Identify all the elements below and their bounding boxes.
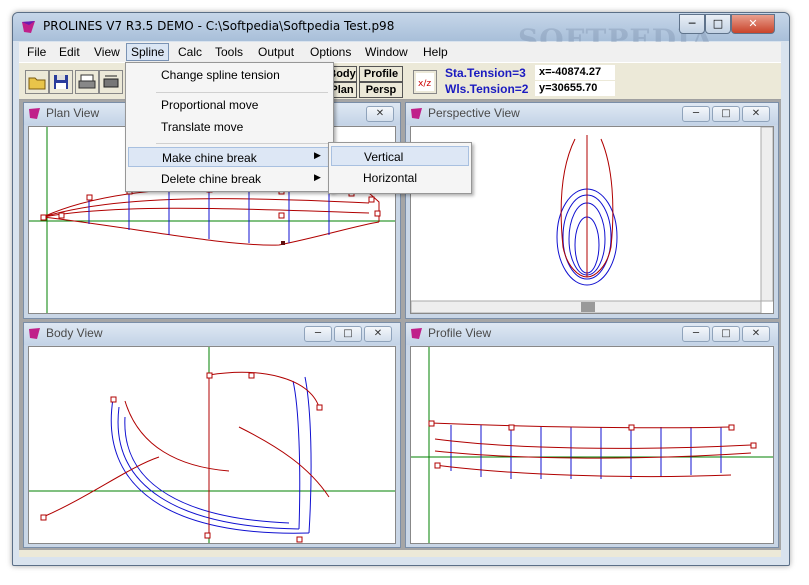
menu-item-delete-chine-break[interactable]: Delete chine break xyxy=(128,169,331,189)
profile-view-title: Profile View xyxy=(428,326,492,340)
body-view-titlebar[interactable]: Body View ─ □ ✕ xyxy=(24,323,400,345)
app-icon xyxy=(22,21,35,33)
menu-separator xyxy=(156,143,328,144)
body-view-title: Body View xyxy=(46,326,103,340)
body-view-canvas[interactable] xyxy=(28,346,396,544)
menu-options[interactable]: Options xyxy=(306,44,355,60)
menu-window[interactable]: Window xyxy=(361,44,412,60)
menu-output[interactable]: Output xyxy=(254,44,298,60)
menu-edit[interactable]: Edit xyxy=(55,44,84,60)
save-disk-icon[interactable] xyxy=(49,70,73,94)
plan-view-title: Plan View xyxy=(46,106,100,120)
tension-icon[interactable]: x/z xyxy=(413,70,437,94)
minimize-view-button[interactable]: ─ xyxy=(682,106,710,122)
maximize-view-button[interactable]: □ xyxy=(334,326,362,342)
menu-item-vertical[interactable]: Vertical xyxy=(331,146,469,166)
print-icon[interactable] xyxy=(75,70,99,94)
open-folder-icon[interactable] xyxy=(25,70,49,94)
menu-separator xyxy=(156,92,328,93)
submenu-arrow-icon: ▶ xyxy=(314,151,321,161)
menu-item-make-chine-break[interactable]: Make chine break xyxy=(128,147,331,167)
minimize-view-button[interactable]: ─ xyxy=(304,326,332,342)
sta-tension-label: Sta.Tension=3 xyxy=(445,66,526,80)
maximize-view-button[interactable]: □ xyxy=(712,326,740,342)
menu-help[interactable]: Help xyxy=(419,44,452,60)
menu-tools[interactable]: Tools xyxy=(211,44,247,60)
menu-bar: File Edit View Spline Calc Tools Output … xyxy=(19,42,781,62)
close-view-button[interactable]: ✕ xyxy=(364,326,392,342)
perspective-view-window[interactable]: Perspective View ─ □ ✕ xyxy=(405,102,779,319)
title-bar[interactable]: PROLINES V7 R3.5 DEMO - C:\Softpedia\Sof… xyxy=(13,13,789,56)
persp-view-button[interactable]: Persp xyxy=(359,82,403,98)
close-view-button[interactable]: ✕ xyxy=(742,326,770,342)
spline-dropdown-menu: Change spline tension Proportional move … xyxy=(125,62,334,192)
printer-setup-icon[interactable] xyxy=(99,70,123,94)
x-coordinate: x=-40874.27 xyxy=(535,65,615,80)
profile-view-titlebar[interactable]: Profile View ─ □ ✕ xyxy=(406,323,778,345)
menu-view[interactable]: View xyxy=(90,44,124,60)
perspective-view-title: Perspective View xyxy=(428,106,520,120)
close-icon[interactable]: ✕ xyxy=(366,106,394,122)
menu-item-change-spline-tension[interactable]: Change spline tension xyxy=(128,65,331,85)
menu-spline[interactable]: Spline xyxy=(126,43,170,61)
minimize-view-button[interactable]: ─ xyxy=(682,326,710,342)
chine-break-submenu: Vertical Horizontal xyxy=(328,142,472,194)
profile-view-canvas[interactable] xyxy=(410,346,774,544)
profile-view-window[interactable]: Profile View ─ □ ✕ xyxy=(405,322,779,548)
maximize-button[interactable]: □ xyxy=(705,14,731,34)
menu-calc[interactable]: Calc xyxy=(174,44,206,60)
status-bar xyxy=(19,551,781,557)
y-coordinate: y=30655.70 xyxy=(535,81,615,96)
profile-view-button[interactable]: Profile xyxy=(359,66,403,82)
view-app-icon xyxy=(411,328,422,339)
menu-item-horizontal[interactable]: Horizontal xyxy=(331,168,469,188)
close-view-button[interactable]: ✕ xyxy=(742,106,770,122)
vertical-scrollbar xyxy=(760,127,773,302)
view-app-icon xyxy=(29,328,40,339)
body-view-window[interactable]: Body View ─ □ ✕ xyxy=(23,322,401,548)
perspective-view-titlebar[interactable]: Perspective View ─ □ ✕ xyxy=(406,103,778,125)
menu-file[interactable]: File xyxy=(23,44,50,60)
close-button[interactable]: ✕ xyxy=(731,14,775,34)
menu-item-translate-move[interactable]: Translate move xyxy=(128,117,331,137)
window-title: PROLINES V7 R3.5 DEMO - C:\Softpedia\Sof… xyxy=(43,19,395,33)
wls-tension-label: Wls.Tension=2 xyxy=(445,82,529,96)
minimize-button[interactable]: ─ xyxy=(679,14,705,34)
view-app-icon xyxy=(411,108,422,119)
view-app-icon xyxy=(29,108,40,119)
svg-text:x/z: x/z xyxy=(418,79,431,89)
submenu-arrow-icon: ▶ xyxy=(314,173,321,183)
maximize-view-button[interactable]: □ xyxy=(712,106,740,122)
menu-item-proportional-move[interactable]: Proportional move xyxy=(128,95,331,115)
